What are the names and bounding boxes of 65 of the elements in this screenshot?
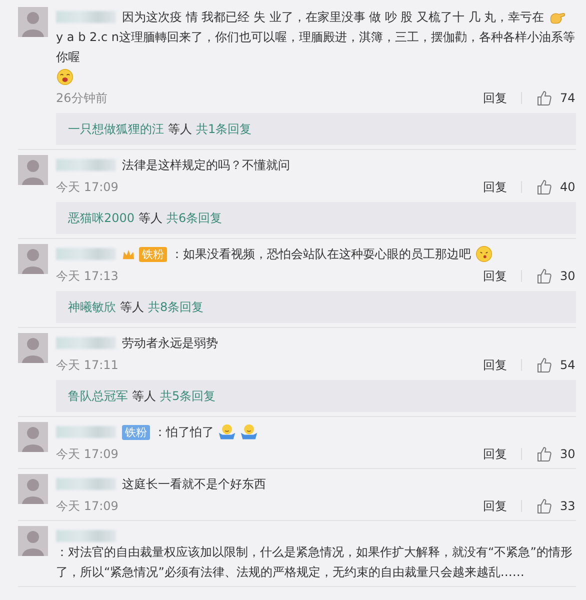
like-icon[interactable] [536, 179, 552, 195]
like-icon[interactable] [536, 446, 552, 462]
blurred-username[interactable] [56, 426, 116, 438]
reply-author-link[interactable]: 一只想做狐狸的汪 [68, 121, 164, 137]
crown-icon [122, 248, 135, 261]
comment-time: 今天 17:09 [56, 498, 118, 514]
avatar[interactable] [18, 244, 48, 274]
reply-link[interactable]: 回复 [483, 446, 507, 462]
reply-others-label: 等人 [168, 121, 192, 137]
comment-text: ：怕了怕了 [154, 424, 214, 441]
comment-text: 这庭长一看就不是个好东西 [122, 476, 266, 493]
like-icon[interactable] [536, 90, 552, 106]
avatar[interactable] [18, 7, 48, 37]
comment-text: 劳动者永远是弱势 [122, 335, 218, 352]
reply-count-link[interactable]: 共5条回复 [160, 388, 216, 404]
blurred-username[interactable] [56, 478, 116, 490]
reply-count-link[interactable]: 共1条回复 [196, 121, 252, 137]
blurred-username[interactable] [56, 530, 116, 542]
shrug-emoji-icon [240, 423, 258, 441]
blurred-username[interactable] [56, 11, 116, 23]
like-count: 54 [560, 358, 576, 372]
like-icon[interactable] [536, 357, 552, 373]
blurred-username[interactable] [56, 248, 116, 260]
shrug-emoji-icon [218, 423, 236, 441]
comment-text: ：对法官的自由裁量权应该加以限制，什么是紧急情况，如果作扩大解释，就没有“不紧急”的情形了，所以“紧急情况”必须有法律、法规的严格规定，无约束的自由裁量只会越来越乱…… [56, 544, 574, 581]
like-count: 74 [560, 91, 576, 105]
reply-link[interactable]: 回复 [483, 356, 507, 374]
reply-others-label: 等人 [120, 299, 144, 315]
laughing-face-icon [56, 68, 74, 86]
fan-badge: 铁粉 [139, 247, 167, 262]
reply-link[interactable]: 回复 [483, 90, 507, 106]
like-count: 33 [560, 499, 576, 513]
avatar[interactable] [18, 422, 48, 452]
avatar[interactable] [18, 333, 48, 363]
reply-author-link[interactable]: 恶猫咪2000 [68, 210, 135, 226]
reply-link[interactable]: 回复 [483, 178, 507, 196]
like-count: 40 [560, 180, 576, 194]
avatar[interactable] [18, 155, 48, 185]
comment-time: 今天 17:11 [56, 356, 118, 374]
reply-others-label: 等人 [132, 388, 156, 404]
reply-author-link[interactable]: 鲁队总冠军 [68, 388, 128, 404]
reply-link[interactable]: 回复 [483, 268, 507, 284]
like-icon[interactable] [536, 498, 552, 514]
comment-text: ：如果没看视频，恐怕会站队在这种耍心眼的员工那边吧 [171, 246, 471, 263]
comment-time: 今天 17:13 [56, 268, 118, 284]
reply-link[interactable]: 回复 [483, 498, 507, 514]
comment-time: 26分钟前 [56, 90, 108, 106]
comment-time: 今天 17:09 [56, 446, 118, 462]
blurred-username[interactable] [56, 159, 116, 171]
like-icon[interactable] [536, 268, 552, 284]
reply-count-link[interactable]: 共6条回复 [166, 210, 222, 226]
comment-text: 因为这次疫 情 我都已经 失 业了，在家里没事 做 吵 股 又梳了十 几 丸，幸亏在 [122, 9, 544, 26]
avatar[interactable] [18, 474, 48, 504]
like-count: 30 [560, 269, 576, 283]
fan-badge: 铁粉 [122, 425, 150, 440]
comment-text: y a b 2.c n这理腼轉回来了，你们也可以喔，理腼殿进，淇簿，三工，摆伽勸，各种各样小油系等你喔 [56, 29, 576, 66]
comment-text: 法律是这样规定的吗？不懂就问 [122, 157, 290, 174]
reply-author-link[interactable]: 神曦敏欣 [68, 299, 116, 315]
reply-others-label: 等人 [138, 210, 163, 226]
like-count: 30 [560, 447, 576, 461]
avatar[interactable] [18, 526, 48, 556]
reply-count-link[interactable]: 共8条回复 [148, 299, 204, 315]
face-emoji-icon [475, 245, 493, 263]
blurred-username[interactable] [56, 337, 116, 349]
comment-time: 今天 17:09 [56, 178, 118, 196]
